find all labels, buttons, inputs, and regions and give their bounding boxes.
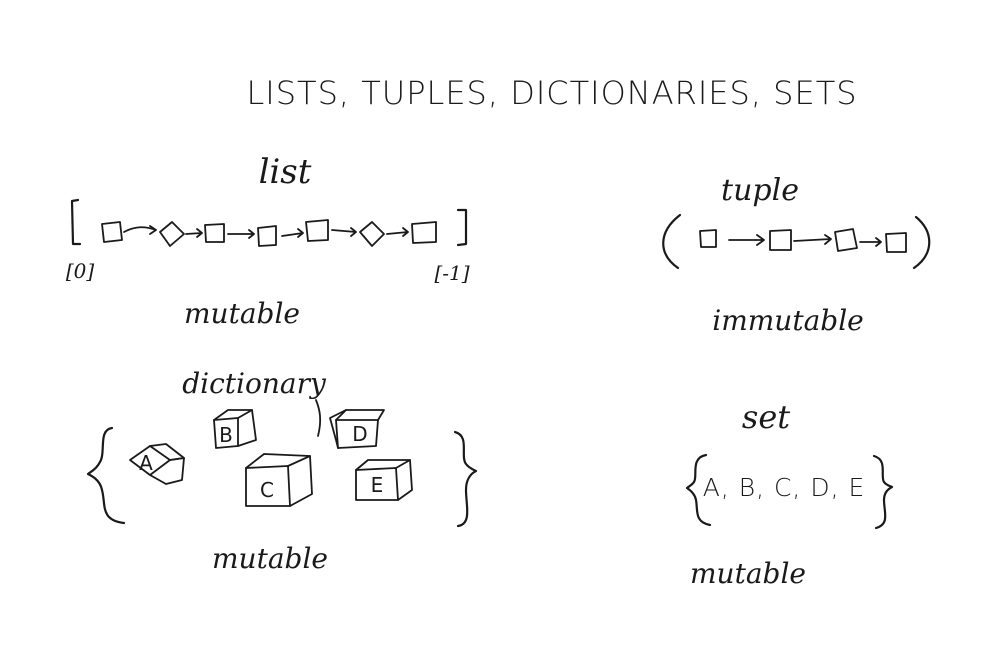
tuple-heading: tuple (721, 173, 799, 208)
list-element-box (159, 221, 185, 247)
dictionary-cube-e: E (355, 459, 413, 501)
list-section: list [0] [-1] mutable (66, 152, 470, 330)
list-element-box (257, 225, 277, 247)
dictionary-key-c: C (260, 478, 274, 502)
tuple-close-paren (912, 215, 931, 270)
dictionary-mutability-label: mutable (212, 542, 328, 575)
data-structures-diagram: LISTS, TUPLES, DICTIONARIES, SETS list [ (66, 74, 931, 590)
tuple-element-box (834, 228, 858, 252)
tuple-element-box (699, 229, 717, 248)
set-section: set A, B, C, D, E mutable (685, 398, 894, 590)
tuple-link-arrows (728, 234, 882, 247)
dictionary-close-brace (453, 430, 478, 528)
list-arrow (123, 225, 157, 235)
list-arrow (281, 228, 304, 238)
list-heading: list (259, 152, 312, 192)
tuple-arrow (728, 234, 765, 246)
tuple-mutability-label: immutable (712, 304, 863, 337)
list-close-bracket (456, 208, 468, 247)
tuple-open-paren (662, 213, 682, 270)
list-element-box (359, 221, 385, 247)
tuple-section: tuple immutable (662, 173, 931, 337)
list-mutability-label: mutable (184, 297, 300, 330)
dictionary-heading: dictionary (182, 367, 327, 400)
list-last-index-label: [-1] (434, 261, 469, 285)
dictionary-section: dictionary A B C D E mutable (86, 367, 478, 575)
list-arrow (331, 227, 357, 237)
list-first-index-label: [0] (66, 259, 95, 283)
list-open-bracket (70, 198, 82, 246)
dictionary-cube-a: A (129, 443, 185, 485)
set-mutability-label: mutable (690, 557, 806, 590)
tuple-arrow (859, 237, 882, 247)
list-element-box (101, 221, 123, 243)
diagram-title: LISTS, TUPLES, DICTIONARIES, SETS (246, 74, 857, 112)
list-arrow (386, 227, 409, 237)
list-arrow (185, 228, 203, 238)
dictionary-key-b: B (219, 423, 233, 447)
tuple-element-box (885, 232, 907, 253)
set-close-brace (872, 454, 894, 530)
dictionary-key-e: E (371, 473, 384, 497)
dictionary-cube-b: B (213, 409, 257, 449)
sketch-canvas: LISTS, TUPLES, DICTIONARIES, SETS list [ (0, 0, 1000, 655)
dictionary-key-a: A (139, 451, 153, 475)
set-contents: A, B, C, D, E (703, 473, 866, 502)
dictionary-heading-flourish (315, 399, 322, 437)
tuple-element-box (769, 229, 792, 251)
list-element-box (411, 221, 437, 244)
set-heading: set (742, 398, 790, 436)
dictionary-open-brace (86, 426, 126, 525)
dictionary-cube-c: C (245, 453, 313, 507)
dictionary-key-d: D (352, 422, 367, 446)
tuple-arrow (793, 234, 832, 245)
list-element-box (204, 223, 225, 243)
list-arrow (227, 229, 255, 239)
dictionary-cube-d: D (329, 409, 385, 449)
list-element-box (305, 219, 329, 242)
